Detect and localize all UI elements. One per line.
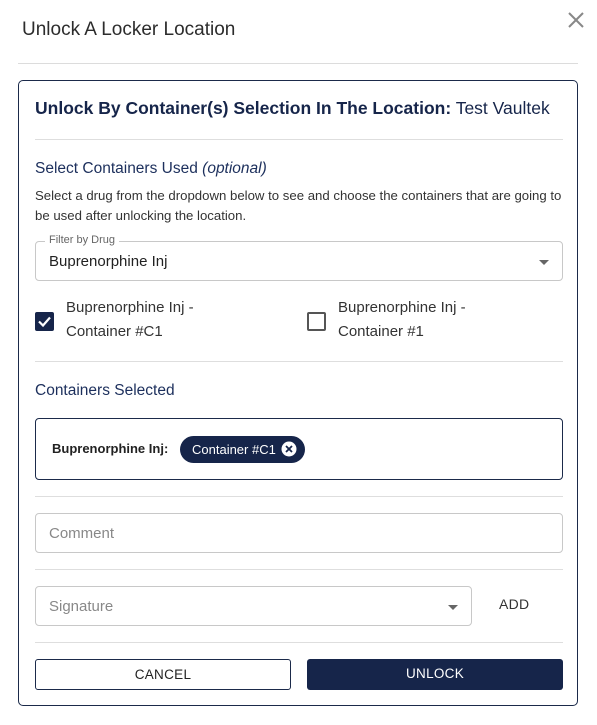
- card-heading-prefix: Unlock By Container(s) Selection In The …: [35, 98, 452, 118]
- signature-select[interactable]: Signature: [35, 586, 472, 626]
- filter-value: Buprenorphine Inj: [49, 253, 168, 270]
- remove-chip-icon[interactable]: [281, 441, 297, 457]
- containers-section-label: Select Containers Used (optional): [35, 160, 267, 178]
- option-line-1: Buprenorphine Inj -: [66, 299, 194, 316]
- unlock-card: Unlock By Container(s) Selection In The …: [18, 80, 578, 706]
- containers-selected-label: Containers Selected: [35, 382, 175, 399]
- add-signature-button[interactable]: ADD: [499, 596, 529, 612]
- option-line-2: Container #1: [338, 323, 424, 340]
- filter-by-drug-select[interactable]: Filter by Drug Buprenorphine Inj: [35, 234, 563, 281]
- caret-down-icon: [448, 605, 458, 610]
- dialog-title: Unlock A Locker Location: [22, 19, 236, 40]
- divider: [35, 569, 563, 570]
- optional-label: (optional): [202, 160, 267, 177]
- filter-legend: Filter by Drug: [45, 234, 120, 246]
- option-line-2: Container #C1: [66, 323, 163, 340]
- containers-section-title: Select Containers Used: [35, 160, 198, 177]
- selected-containers-box: Buprenorphine Inj: Container #C1: [35, 418, 563, 480]
- help-text: Select a drug from the dropdown below to…: [35, 188, 562, 223]
- checkmark-icon: [38, 316, 51, 328]
- comment-field[interactable]: Comment: [35, 513, 563, 553]
- divider: [35, 361, 563, 362]
- option-line-1: Buprenorphine Inj -: [338, 299, 466, 316]
- chip-label: Container #C1: [192, 442, 276, 457]
- selected-drug-label: Buprenorphine Inj:: [52, 441, 169, 456]
- container-option-label: Buprenorphine Inj - Container #C1: [66, 296, 266, 344]
- caret-down-icon: [539, 260, 549, 265]
- location-name: Test Vaultek: [455, 98, 550, 118]
- divider: [35, 139, 563, 140]
- container-chip[interactable]: Container #C1: [180, 436, 305, 463]
- card-heading: Unlock By Container(s) Selection In The …: [35, 98, 550, 119]
- close-icon[interactable]: [565, 9, 587, 31]
- checkbox-checked[interactable]: [35, 312, 54, 331]
- title-divider: [18, 63, 578, 64]
- divider: [35, 496, 563, 497]
- unlock-button[interactable]: UNLOCK: [307, 659, 563, 690]
- cancel-button[interactable]: CANCEL: [35, 659, 291, 690]
- container-option-label: Buprenorphine Inj - Container #1: [338, 296, 538, 344]
- comment-placeholder: Comment: [49, 525, 115, 542]
- divider: [35, 642, 563, 643]
- signature-placeholder: Signature: [49, 598, 114, 615]
- checkbox-unchecked[interactable]: [307, 312, 326, 331]
